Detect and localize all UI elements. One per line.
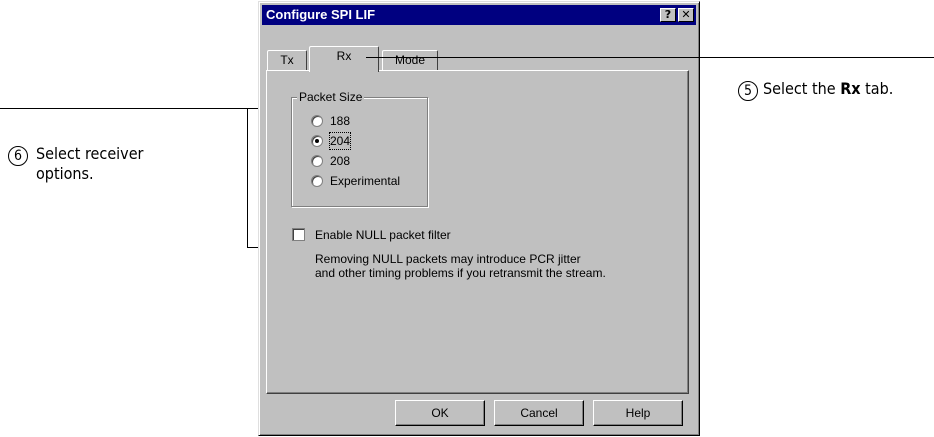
radio-experimental-label: Experimental — [330, 174, 401, 188]
dialog-title: Configure SPI LIF — [266, 7, 376, 22]
dialog-titlebar[interactable]: Configure SPI LIF ? ✕ — [262, 5, 696, 25]
radio-208-button[interactable] — [311, 155, 323, 167]
tab-rx[interactable]: Rx — [309, 46, 379, 72]
help-button[interactable]: Help — [593, 400, 683, 426]
radio-188-label: 188 — [330, 114, 351, 128]
radio-208-label: 208 — [330, 154, 351, 168]
callout-number-6: 6 — [8, 146, 28, 166]
callout-6-leader-horizontal — [0, 108, 296, 109]
radio-experimental-button[interactable] — [311, 175, 323, 187]
callout-text-5: Select the Rx tab. — [763, 79, 894, 98]
tab-mode[interactable]: Mode — [382, 50, 438, 70]
tab-tx[interactable]: Tx — [267, 50, 307, 70]
tab-rx-label: Rx — [336, 49, 352, 63]
close-icon[interactable]: ✕ — [678, 8, 694, 22]
cancel-button[interactable]: Cancel — [494, 400, 584, 426]
tab-tx-label: Tx — [280, 53, 294, 67]
tab-mode-label: Mode — [394, 53, 426, 67]
null-filter-note-line1: Removing NULL packets may introduce PCR … — [315, 252, 581, 266]
callout-5-leader — [366, 57, 934, 58]
callout-text-6-line2: options. — [36, 164, 94, 183]
ok-button[interactable]: OK — [395, 400, 485, 426]
help-question-icon[interactable]: ? — [660, 8, 676, 22]
packet-size-group — [291, 97, 428, 207]
callout-number-5: 5 — [738, 81, 758, 101]
radio-204-button[interactable] — [311, 135, 323, 147]
null-filter-checkbox[interactable] — [292, 228, 305, 241]
callout-text-6-line1: Select receiver — [36, 144, 144, 163]
radio-204-label: 204 — [328, 132, 352, 150]
configure-spi-lif-dialog: Configure SPI LIF ? ✕ Tx Mode Rx Packet … — [258, 1, 700, 436]
null-filter-note-line2: and other timing problems if you retrans… — [315, 266, 606, 280]
packet-size-group-label: Packet Size — [297, 90, 365, 104]
callout-6-leader-vertical — [247, 108, 248, 248]
null-filter-label[interactable]: Enable NULL packet filter — [315, 228, 451, 242]
radio-188-button[interactable] — [311, 115, 323, 127]
